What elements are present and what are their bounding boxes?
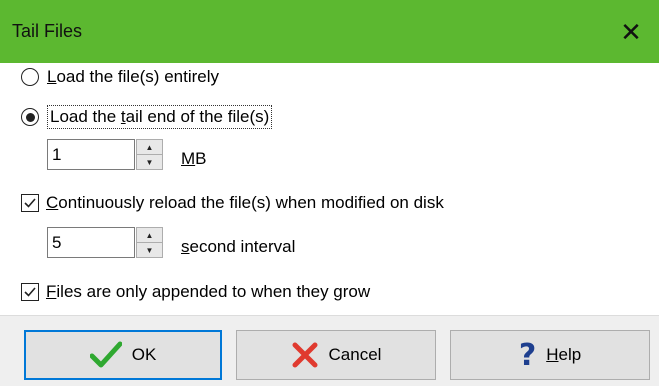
ok-label: OK — [131, 345, 157, 364]
interval-stepper[interactable]: 5 ▲ ▼ — [47, 227, 163, 258]
tail-size-up-arrow[interactable]: ▲ — [136, 139, 163, 155]
dialog-content: Load the file(s) entirely Load the tail … — [0, 63, 659, 315]
cancel-x-icon — [291, 341, 319, 369]
check-icon — [24, 287, 36, 297]
checkbox-reload-label: Continuously reload the file(s) when mod… — [46, 193, 444, 212]
interval-unit-label: second interval — [181, 237, 296, 256]
tail-size-unit-label: MB — [181, 149, 207, 168]
interval-input[interactable]: 5 — [47, 227, 135, 258]
interval-down-arrow[interactable]: ▼ — [136, 243, 163, 258]
checkbox-reload-box[interactable] — [21, 194, 39, 212]
radio-load-entire[interactable]: Load the file(s) entirely — [21, 67, 219, 87]
tail-size-input[interactable]: 1 — [47, 139, 135, 170]
tail-size-arrows: ▲ ▼ — [136, 139, 163, 170]
radio-selected-dot — [25, 112, 35, 122]
radio-load-tail-label: Load the tail end of the file(s) — [47, 105, 273, 129]
tail-size-down-arrow[interactable]: ▼ — [136, 155, 163, 170]
question-mark-icon: ? — [518, 337, 537, 373]
button-bar: OK Cancel ? Help — [0, 315, 659, 386]
checkbox-append[interactable]: Files are only appended to when they gro… — [21, 282, 370, 302]
checkbox-append-box[interactable] — [21, 283, 39, 301]
radio-load-tail[interactable]: Load the tail end of the file(s) — [21, 105, 273, 129]
help-label: Help — [546, 345, 582, 364]
check-icon — [24, 198, 36, 208]
checkmark-icon — [89, 341, 122, 369]
radio-load-tail-indicator[interactable] — [21, 108, 39, 126]
close-icon: ✕ — [620, 16, 642, 47]
radio-load-entire-label: Load the file(s) entirely — [47, 67, 219, 86]
checkbox-append-label: Files are only appended to when they gro… — [46, 282, 371, 301]
title-bar-background — [0, 0, 659, 63]
close-button[interactable]: ✕ — [611, 12, 651, 52]
help-button[interactable]: ? Help — [450, 330, 650, 380]
tail-size-stepper[interactable]: 1 ▲ ▼ — [47, 139, 163, 170]
interval-arrows: ▲ ▼ — [136, 227, 163, 258]
checkbox-reload[interactable]: Continuously reload the file(s) when mod… — [21, 193, 444, 213]
radio-load-entire-indicator[interactable] — [21, 68, 39, 86]
cancel-button[interactable]: Cancel — [236, 330, 436, 380]
window-title: Tail Files — [12, 21, 83, 41]
ok-button[interactable]: OK — [24, 330, 222, 380]
interval-up-arrow[interactable]: ▲ — [136, 227, 163, 243]
title-bar: Tail Files ✕ — [0, 0, 659, 63]
cancel-label: Cancel — [328, 345, 382, 364]
